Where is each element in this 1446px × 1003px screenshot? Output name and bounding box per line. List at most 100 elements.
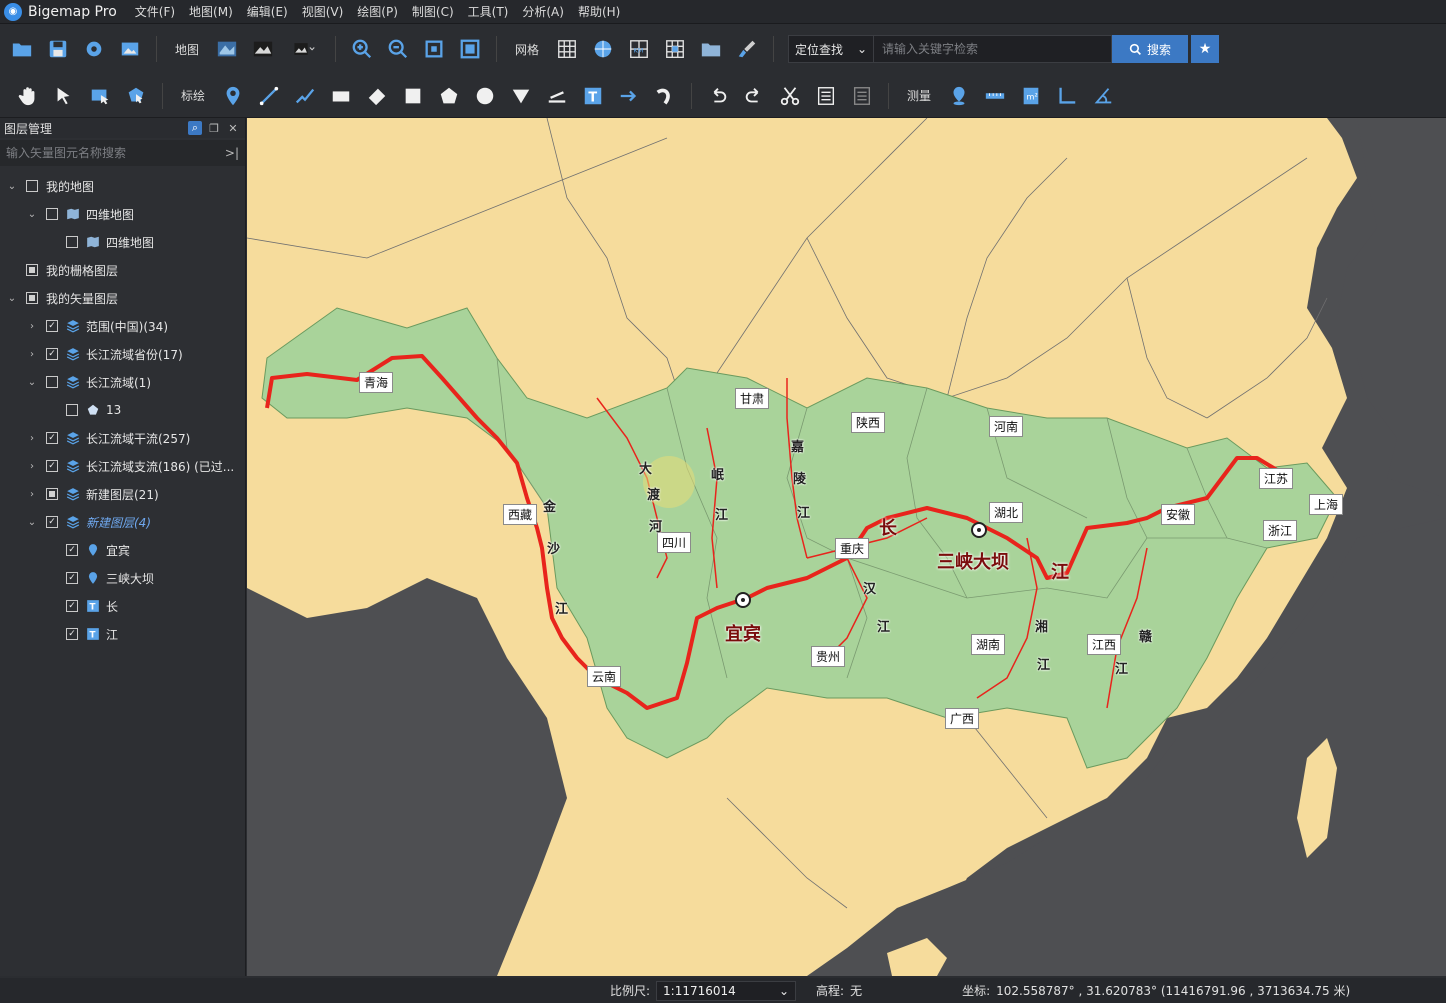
chevron-down-icon[interactable]: ⌄ (6, 293, 18, 304)
menu-view[interactable]: 视图(V) (302, 3, 344, 20)
layer-checkbox[interactable] (66, 236, 78, 248)
image-export-icon[interactable] (115, 34, 145, 64)
layer-tree-item[interactable]: ⌄ 长江流域(1) (0, 368, 245, 396)
layer-checkbox[interactable]: ✓ (66, 544, 78, 556)
chevron-down-icon[interactable]: ⌄ (26, 377, 38, 388)
menu-tools[interactable]: 工具(T) (468, 3, 509, 20)
layer-tree-item[interactable]: ✓ 三峡大坝 (0, 564, 245, 592)
measure-angle-icon[interactable] (1052, 81, 1082, 111)
menu-help[interactable]: 帮助(H) (578, 3, 620, 20)
layer-tree-item[interactable]: › ✓ 长江流域支流(186) (已过... (0, 452, 245, 480)
layer-checkbox[interactable] (46, 488, 58, 500)
chevron-right-icon[interactable]: › (26, 349, 38, 360)
marker-pin-icon[interactable] (218, 81, 248, 111)
settings-gear-icon[interactable] (79, 34, 109, 64)
select-arrow-icon[interactable] (49, 81, 79, 111)
chevron-down-icon[interactable]: ⌄ (6, 181, 18, 192)
measure-azimuth-icon[interactable] (1088, 81, 1118, 111)
sheet-grid-icon[interactable] (660, 34, 690, 64)
restore-window-icon[interactable]: ❐ (207, 121, 221, 135)
menu-file[interactable]: 文件(F) (135, 3, 175, 20)
full-extent-icon[interactable] (455, 34, 485, 64)
layer-checkbox[interactable] (26, 180, 38, 192)
layer-tree-item[interactable]: ✓ T 江 (0, 620, 245, 648)
layer-tree-item[interactable]: 四维地图 (0, 228, 245, 256)
folder-icon[interactable] (696, 34, 726, 64)
chevron-down-icon[interactable]: ⌄ (26, 209, 38, 220)
pentagon-draw-icon[interactable] (434, 81, 464, 111)
layer-tree-item[interactable]: 我的栅格图层 (0, 256, 245, 284)
layer-tree-item[interactable]: ✓ 宜宾 (0, 536, 245, 564)
redo-icon[interactable] (739, 81, 769, 111)
close-icon[interactable]: ✕ (226, 121, 240, 135)
measure-area-icon[interactable] (542, 81, 572, 111)
polygon-select-icon[interactable] (121, 81, 151, 111)
collapse-panel-icon[interactable]: >| (225, 146, 239, 160)
layer-tree-item[interactable]: › ✓ 长江流域干流(257) (0, 424, 245, 452)
undo-icon[interactable] (703, 81, 733, 111)
layer-checkbox[interactable]: ✓ (66, 628, 78, 640)
layer-tree-item[interactable]: ⌄ ✓ 新建图层(4) (0, 508, 245, 536)
chevron-right-icon[interactable]: › (26, 321, 38, 332)
layer-checkbox[interactable]: ✓ (66, 600, 78, 612)
layer-checkbox[interactable] (26, 264, 38, 276)
polyline-draw-icon[interactable] (290, 81, 320, 111)
zoom-out-icon[interactable] (383, 34, 413, 64)
clear-brush-icon[interactable] (732, 34, 762, 64)
layer-tree-item[interactable]: › ✓ 长江流域省份(17) (0, 340, 245, 368)
chevron-down-icon[interactable]: ⌄ (26, 517, 38, 528)
search-mode-select[interactable]: 定位查找 ⌄ (788, 35, 875, 63)
menu-analysis[interactable]: 分析(A) (522, 3, 564, 20)
layer-tree-item[interactable]: 13 (0, 396, 245, 424)
layer-checkbox[interactable] (66, 404, 78, 416)
zoom-extent-icon[interactable] (419, 34, 449, 64)
menu-map[interactable]: 地图(M) (189, 3, 233, 20)
layer-tree-item[interactable]: ⌄ 四维地图 (0, 200, 245, 228)
measure-distance-icon[interactable] (980, 81, 1010, 111)
layer-checkbox[interactable]: ✓ (46, 320, 58, 332)
zoom-in-icon[interactable] (347, 34, 377, 64)
layer-checkbox[interactable] (26, 292, 38, 304)
line-draw-icon[interactable] (254, 81, 284, 111)
menu-cartography[interactable]: 制图(C) (412, 3, 454, 20)
menu-draw[interactable]: 绘图(P) (357, 3, 398, 20)
keyword-search-input[interactable] (874, 35, 1113, 63)
chevron-right-icon[interactable]: › (26, 489, 38, 500)
save-icon[interactable] (43, 34, 73, 64)
map-source-dropdown-icon[interactable] (284, 34, 324, 64)
layer-checkbox[interactable]: ✓ (46, 432, 58, 444)
layer-tree-item[interactable]: › 新建图层(21) (0, 480, 245, 508)
satellite-map-icon[interactable] (212, 34, 242, 64)
layer-checkbox[interactable]: ✓ (66, 572, 78, 584)
terrain-map-icon[interactable] (248, 34, 278, 64)
layer-tree-item[interactable]: ✓ T 长 (0, 592, 245, 620)
layer-tree-item[interactable]: ⌄ 我的地图 (0, 172, 245, 200)
arrow-shape-icon[interactable] (362, 81, 392, 111)
search-button[interactable]: 搜索 (1112, 35, 1189, 63)
favorite-star-icon[interactable]: ★ (1191, 35, 1220, 63)
globe-grid-icon[interactable] (588, 34, 618, 64)
scale-select[interactable]: 1:11716014 ⌄ (656, 980, 797, 1001)
search-icon[interactable]: ⌕ (188, 121, 202, 135)
menu-edit[interactable]: 编辑(E) (247, 3, 288, 20)
layer-tree-item[interactable]: › ✓ 范围(中国)(34) (0, 312, 245, 340)
attribute-table-icon[interactable] (811, 81, 841, 111)
layer-checkbox[interactable] (46, 208, 58, 220)
measure-area-ruler-icon[interactable]: m² (1016, 81, 1046, 111)
sector-draw-icon[interactable] (506, 81, 536, 111)
text-tool-icon[interactable]: T (578, 81, 608, 111)
arrow-right-icon[interactable] (614, 81, 644, 111)
chevron-right-icon[interactable]: › (26, 461, 38, 472)
map-canvas[interactable]: 青海 西藏 甘肃 陕西 河南 四川 重庆 湖北 安徽 江苏 上海 浙江 湖南 江… (247, 118, 1446, 976)
box-select-icon[interactable] (85, 81, 115, 111)
curve-arrow-icon[interactable] (650, 81, 680, 111)
pan-hand-icon[interactable] (13, 81, 43, 111)
chevron-right-icon[interactable]: › (26, 433, 38, 444)
yibin-marker-icon[interactable] (735, 592, 751, 608)
layer-checkbox[interactable]: ✓ (46, 516, 58, 528)
three-gorges-marker-icon[interactable] (971, 522, 987, 538)
square-draw-icon[interactable] (398, 81, 428, 111)
layer-tree-item[interactable]: ⌄ 我的矢量图层 (0, 284, 245, 312)
open-folder-icon[interactable] (7, 34, 37, 64)
scissors-icon[interactable] (775, 81, 805, 111)
